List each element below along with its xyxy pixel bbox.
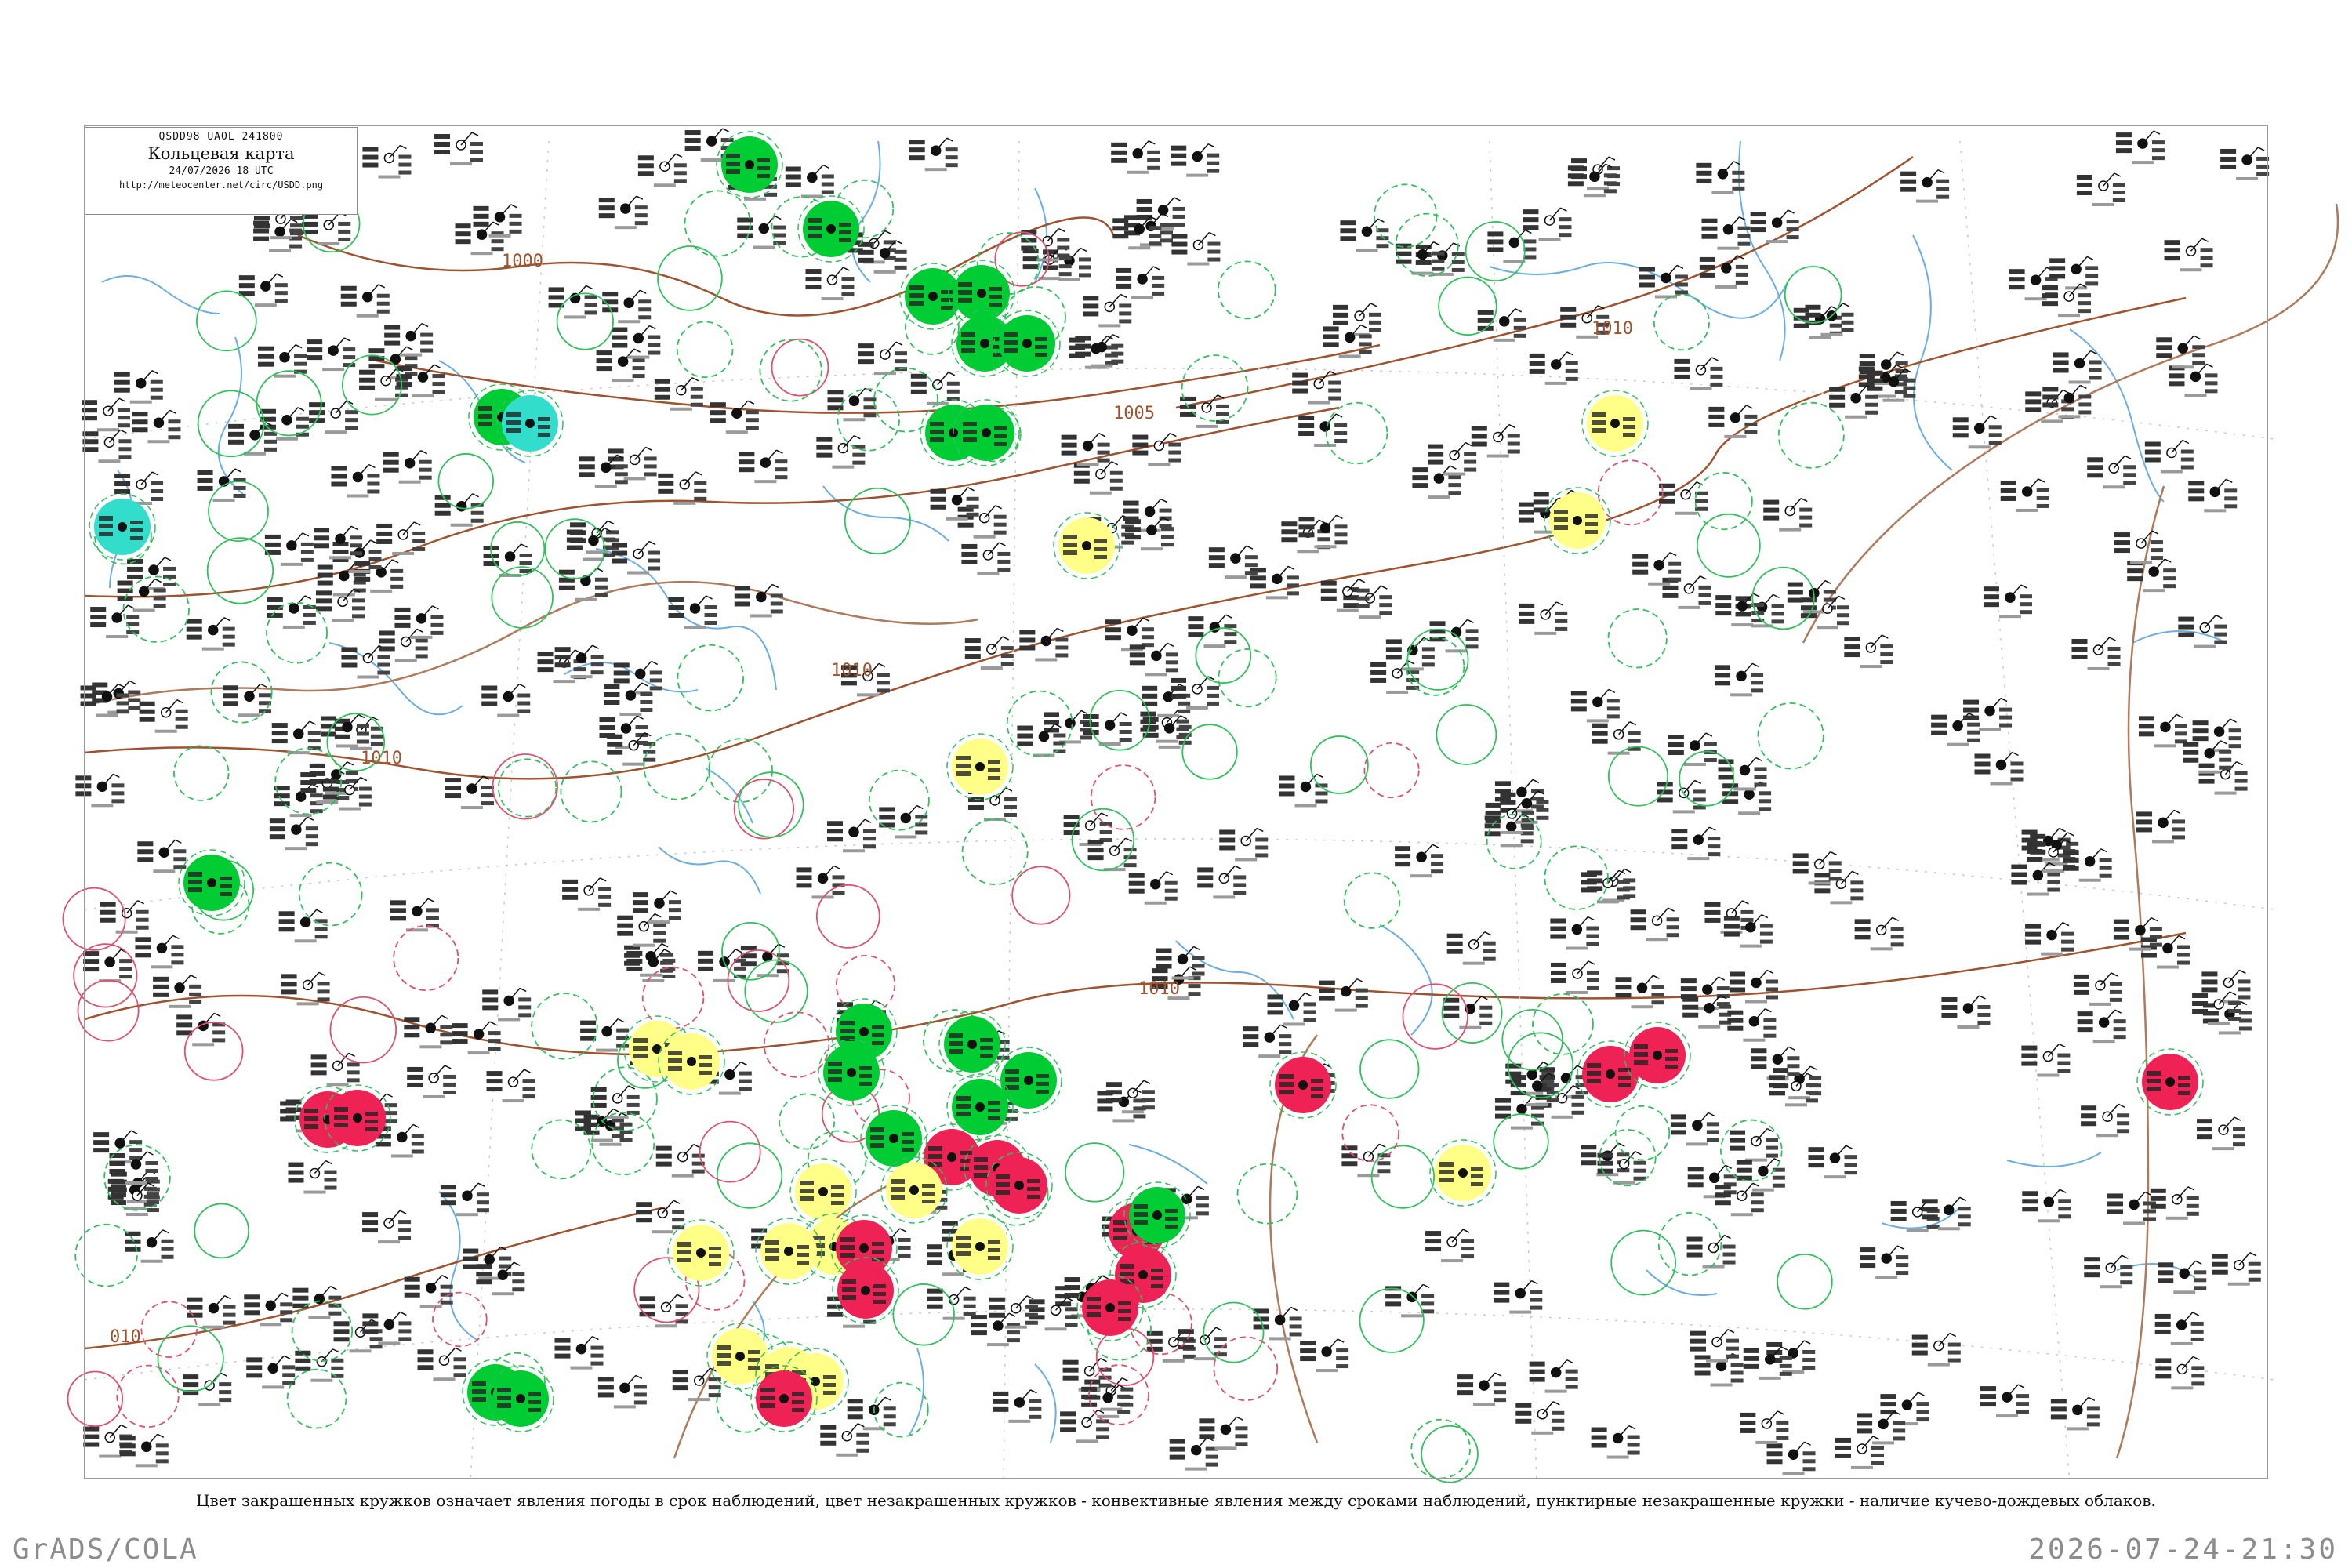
isobar-label: 1010 bbox=[1592, 319, 1633, 339]
weather-map: 1000 1005 1010 1010 1010 1010 010 bbox=[0, 0, 2352, 1568]
map-url: http://meteocenter.net/circ/USDD.png bbox=[118, 180, 324, 191]
product-code: QSDD98 UAOL 241800 bbox=[158, 131, 284, 143]
map-datetime: 24/07/2026 18 UTC bbox=[169, 165, 274, 177]
isobar-label: 1000 bbox=[502, 252, 543, 271]
footer-software: GrADS/COLA bbox=[13, 1534, 198, 1566]
isobar-label: 1010 bbox=[831, 661, 873, 681]
map-caption: Цвет закрашенных кружков означает явлени… bbox=[196, 1491, 2156, 1510]
isobar-label: 1005 bbox=[1113, 404, 1155, 423]
isobar-label: 1010 bbox=[1138, 979, 1180, 999]
map-title: Кольцевая карта bbox=[147, 144, 295, 163]
map-header-box: QSDD98 UAOL 241800 Кольцевая карта 24/07… bbox=[85, 127, 358, 215]
isobar-label: 1010 bbox=[361, 749, 402, 768]
footer-timestamp: 2026-07-24-21:30 bbox=[2028, 1534, 2338, 1566]
isobar-label: 010 bbox=[110, 1327, 141, 1347]
